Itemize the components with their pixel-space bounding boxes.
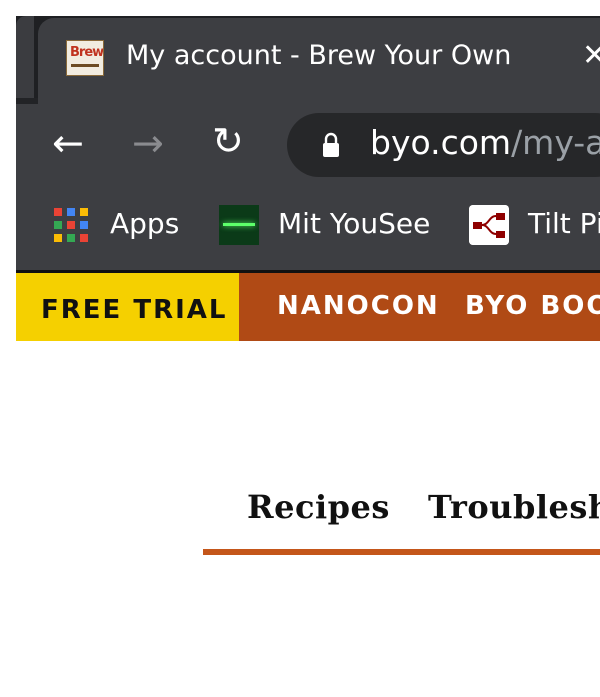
free-trial-label: FREE TRIAL: [41, 295, 228, 325]
reload-icon[interactable]: ↻: [212, 122, 244, 160]
url-path: /my-ac: [511, 123, 600, 162]
apps-grid-icon[interactable]: [54, 208, 88, 242]
sub-nav-troubleshooting[interactable]: Troubleshooting: [428, 488, 600, 526]
node-flow-icon[interactable]: [469, 205, 509, 245]
favicon-stripe: [71, 64, 99, 67]
previous-tab-edge[interactable]: [16, 16, 34, 98]
brew-your-own-favicon-icon: Brew: [66, 40, 104, 76]
sub-nav: Recipes Troubleshooting: [0, 478, 600, 538]
nav-link-byo-books[interactable]: BYO BOOKS: [465, 291, 600, 321]
bookmark-tilt-pi[interactable]: Tilt Pi: [528, 207, 600, 240]
bookmark-apps[interactable]: Apps: [110, 207, 179, 240]
url-text[interactable]: byo.com/my-ac: [370, 123, 600, 162]
close-tab-icon[interactable]: ✕: [582, 38, 600, 73]
back-arrow-icon[interactable]: ←: [52, 124, 84, 162]
lock-icon[interactable]: [322, 132, 340, 158]
yousee-icon[interactable]: [219, 205, 259, 245]
favicon-logo-text: Brew: [70, 45, 104, 60]
nav-link-nanocon[interactable]: NANOCON: [277, 291, 440, 321]
bookmark-mit-yousee[interactable]: Mit YouSee: [278, 207, 430, 240]
free-trial-button[interactable]: FREE TRIAL: [16, 273, 239, 341]
tab-title: My account - Brew Your Own: [126, 40, 512, 71]
sub-nav-underline: [203, 549, 600, 555]
sub-nav-recipes[interactable]: Recipes: [247, 488, 390, 526]
forward-arrow-icon[interactable]: →: [132, 124, 164, 162]
site-top-nav: NANOCON BYO BOOKS: [239, 273, 600, 341]
yousee-glow: [223, 223, 255, 226]
url-host: byo.com: [370, 123, 512, 162]
